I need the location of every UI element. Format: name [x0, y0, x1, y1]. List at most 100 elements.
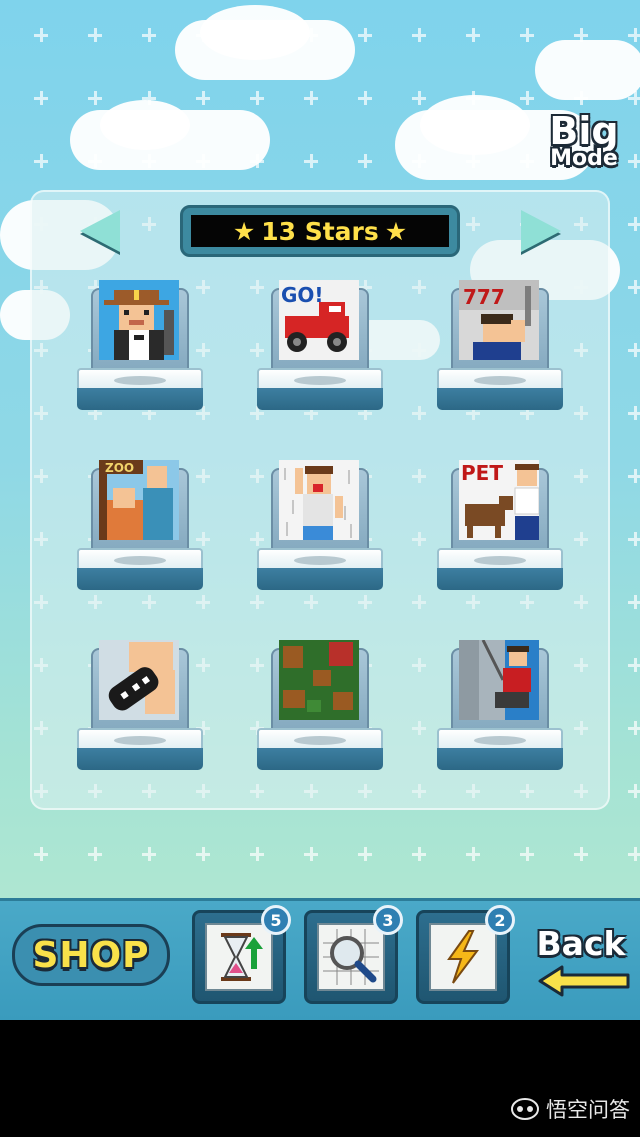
- level-slot-forest[interactable]: [257, 640, 383, 780]
- level-slot-climber[interactable]: [437, 640, 563, 780]
- wukong-logo-icon: [511, 1098, 539, 1120]
- slot-shadow: [294, 376, 346, 385]
- slot-shadow: [114, 376, 166, 385]
- plus-decoration: [34, 28, 48, 42]
- slot-shadow: [474, 556, 526, 565]
- back-arrow-icon: [538, 965, 630, 997]
- plus-decoration: [34, 154, 48, 168]
- level-sign: 777: [463, 285, 505, 309]
- watermark-text: 悟空问答: [546, 1098, 630, 1122]
- level-slot-sheriff[interactable]: [77, 280, 203, 420]
- plus-decoration: [520, 847, 534, 861]
- plus-decoration: [412, 847, 426, 861]
- plus-decoration: [88, 28, 102, 42]
- plus-decoration: [412, 28, 426, 42]
- plus-decoration: [250, 847, 264, 861]
- stars-label: 13 Stars: [261, 216, 379, 246]
- big-mode-line2: Mode: [550, 146, 618, 171]
- plus-decoration: [412, 91, 426, 105]
- level-thumbnail-game-controller: [99, 640, 179, 720]
- slot-shadow: [474, 736, 526, 745]
- slot-base-front: [437, 748, 563, 770]
- plus-decoration: [628, 406, 640, 420]
- plus-decoration: [628, 280, 640, 294]
- plus-decoration: [34, 91, 48, 105]
- plus-decoration: [88, 91, 102, 105]
- level-thumbnail-slot-machine: 777: [459, 280, 539, 360]
- cloud: [420, 95, 530, 155]
- level-slot-slot-machine[interactable]: 777: [437, 280, 563, 420]
- back-label: Back: [536, 924, 626, 963]
- level-slot-zoo[interactable]: ZOO: [77, 460, 203, 600]
- star-icon: ★: [232, 216, 256, 246]
- star-icon: ★: [384, 216, 408, 246]
- big-mode-line1: Big: [549, 109, 619, 153]
- cloud: [100, 100, 190, 150]
- slot-base-front: [437, 388, 563, 410]
- level-sign: PET: [461, 461, 503, 485]
- plus-decoration: [142, 28, 156, 42]
- slot-base-front: [257, 568, 383, 590]
- plus-decoration: [142, 847, 156, 861]
- level-slot-race-car[interactable]: GO!: [257, 280, 383, 420]
- plus-decoration: [520, 91, 534, 105]
- plus-decoration: [304, 154, 318, 168]
- plus-decoration: [628, 784, 640, 798]
- item-frame: [205, 923, 273, 991]
- slot-base-front: [257, 388, 383, 410]
- slot-base-front: [437, 568, 563, 590]
- plus-decoration: [466, 28, 480, 42]
- plus-decoration: [196, 91, 210, 105]
- hourglass-item-button[interactable]: 5: [192, 905, 291, 1004]
- plus-decoration: [304, 91, 318, 105]
- level-slot-pet-shop[interactable]: PET: [437, 460, 563, 600]
- plus-decoration: [628, 469, 640, 483]
- level-slot-game-controller[interactable]: [77, 640, 203, 780]
- plus-decoration: [628, 343, 640, 357]
- level-thumbnail-race-car: GO!: [279, 280, 359, 360]
- slot-shadow: [294, 736, 346, 745]
- next-page-arrow-icon[interactable]: [521, 210, 561, 252]
- level-thumbnail-forest: [279, 640, 359, 720]
- plus-decoration: [304, 847, 318, 861]
- level-thumbnail-zoo: ZOO: [99, 460, 179, 540]
- plus-decoration: [358, 28, 372, 42]
- level-thumbnail-pet-shop: PET: [459, 460, 539, 540]
- level-thumbnail-sheriff: [99, 280, 179, 360]
- level-slot-rain-man[interactable]: [257, 460, 383, 600]
- slot-base-front: [77, 388, 203, 410]
- lightning-item-button[interactable]: 2: [416, 905, 515, 1004]
- plus-decoration: [628, 154, 640, 168]
- item-count-badge: 3: [373, 905, 403, 935]
- item-count-badge: 2: [485, 905, 515, 935]
- prev-page-arrow-icon[interactable]: [80, 210, 120, 252]
- plus-decoration: [628, 721, 640, 735]
- slot-base-front: [77, 748, 203, 770]
- hourglass-icon: [221, 933, 263, 981]
- plus-decoration: [520, 28, 534, 42]
- item-count-badge: 5: [261, 905, 291, 935]
- back-button[interactable]: Back: [528, 924, 634, 997]
- plus-decoration: [628, 595, 640, 609]
- plus-decoration: [358, 154, 372, 168]
- shop-button[interactable]: SHOP: [12, 924, 170, 986]
- plus-decoration: [88, 847, 102, 861]
- plus-decoration: [574, 847, 588, 861]
- plus-decoration: [34, 847, 48, 861]
- slot-base-front: [77, 568, 203, 590]
- game-screen: Big Mode ★ 13 Stars ★ GO! 777 ZOO PET SH…: [0, 0, 640, 1020]
- stars-counter: ★ 13 Stars ★: [180, 205, 460, 257]
- slot-shadow: [294, 556, 346, 565]
- level-sign: ZOO: [105, 461, 134, 475]
- magnifier-item-button[interactable]: 3: [304, 905, 403, 1004]
- plus-decoration: [358, 847, 372, 861]
- level-thumbnail-climber: [459, 640, 539, 720]
- magnifier-icon: [323, 929, 379, 985]
- plus-decoration: [628, 847, 640, 861]
- big-mode-button[interactable]: Big Mode: [548, 112, 620, 170]
- plus-decoration: [196, 847, 210, 861]
- plus-decoration: [358, 91, 372, 105]
- plus-decoration: [250, 91, 264, 105]
- slot-shadow: [474, 376, 526, 385]
- item-frame: [429, 923, 497, 991]
